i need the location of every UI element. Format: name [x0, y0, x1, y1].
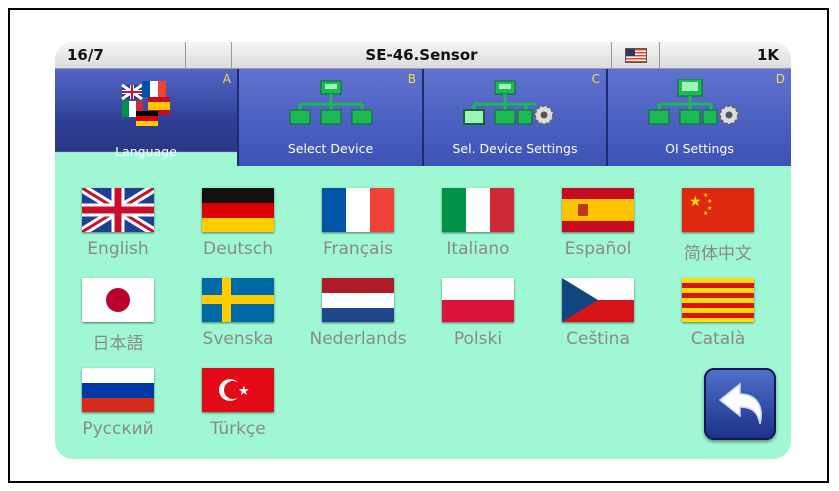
language-label: Deutsch	[203, 239, 273, 259]
language-option-nederlands[interactable]: Nederlands	[303, 278, 413, 349]
svg-text:★: ★	[703, 210, 708, 217]
spain-flag-icon	[562, 188, 634, 232]
oi-settings-icon	[648, 79, 739, 125]
svg-text:★: ★	[238, 384, 250, 399]
language-option-chinese[interactable]: ★ ★ ★ ★ ★ 简体中文	[663, 188, 773, 264]
language-label: Català	[690, 329, 746, 349]
italy-flag-icon	[442, 188, 514, 232]
language-option-svenska[interactable]: Svenska	[183, 278, 293, 349]
catalonia-flag-icon	[682, 278, 754, 322]
status-header: 16/7 SE-46.Sensor 1K	[55, 42, 791, 69]
language-option-polski[interactable]: Polski	[423, 278, 533, 349]
tab-letter: D	[775, 72, 785, 86]
language-flags-icon	[121, 81, 170, 126]
uk-flag-icon	[82, 188, 154, 232]
us-flag-icon	[624, 47, 647, 63]
language-label: Ceština	[566, 329, 630, 349]
tab-oi-settings[interactable]: D OI Settings	[608, 69, 791, 166]
back-arrow-icon	[718, 382, 762, 425]
language-label: 简体中文	[684, 244, 752, 264]
netherlands-flag-icon	[322, 278, 394, 322]
language-option-catala[interactable]: Català	[663, 278, 773, 349]
language-option-francais[interactable]: Français	[303, 188, 413, 259]
svg-text:★: ★	[689, 194, 702, 210]
russia-flag-icon	[82, 368, 154, 412]
tab-letter: C	[591, 72, 600, 86]
language-label: Türkçe	[210, 419, 266, 439]
tab-language[interactable]: A Language	[55, 69, 239, 166]
language-option-cestina[interactable]: Ceština	[543, 278, 653, 349]
tab-select-device[interactable]: B Select Device	[239, 69, 424, 166]
language-label: English	[87, 239, 149, 259]
tab-bar: A Language B Select Device C Sel. Device…	[55, 69, 791, 166]
tab-letter: B	[407, 72, 416, 86]
device-name: SE-46.Sensor	[232, 42, 612, 68]
sweden-flag-icon	[202, 278, 274, 322]
language-flag-cell	[612, 42, 660, 68]
language-label: Italiano	[446, 239, 510, 259]
language-option-italiano[interactable]: Italiano	[423, 188, 533, 259]
device-screen: 16/7 SE-46.Sensor 1K A Language B Select…	[55, 42, 791, 459]
language-label: Nederlands	[309, 329, 407, 349]
language-label: 日本語	[92, 334, 144, 354]
network-devices-icon	[289, 80, 372, 125]
language-label: Español	[564, 239, 632, 259]
language-option-deutsch[interactable]: Deutsch	[183, 188, 293, 259]
tab-letter: A	[222, 72, 231, 86]
language-option-turkce[interactable]: ★ Türkçe	[183, 368, 293, 439]
tab-device-settings[interactable]: C Sel. Device Settings	[424, 69, 608, 166]
poland-flag-icon	[442, 278, 514, 322]
language-option-japanese[interactable]: 日本語	[63, 278, 173, 354]
header-blank-cell	[186, 42, 232, 68]
baud-rate: 1K	[756, 46, 779, 64]
language-label: Français	[322, 239, 394, 259]
language-option-espanol[interactable]: Español	[543, 188, 653, 259]
czech-flag-icon	[562, 278, 634, 322]
turkey-flag-icon: ★	[202, 368, 274, 412]
language-label: Svenska	[202, 329, 274, 349]
language-option-russian[interactable]: Русский	[63, 368, 173, 439]
tab-label: OI Settings	[665, 141, 734, 156]
japan-flag-icon	[82, 278, 154, 322]
device-settings-icon	[463, 80, 554, 125]
tab-label: Select Device	[287, 141, 374, 156]
language-label: Русский	[82, 419, 154, 439]
back-button[interactable]	[704, 368, 776, 440]
date-display: 16/7	[55, 42, 186, 68]
germany-flag-icon	[202, 188, 274, 232]
tab-label: Sel. Device Settings	[452, 141, 578, 156]
language-option-english[interactable]: English	[63, 184, 173, 259]
svg-text:★: ★	[707, 198, 712, 205]
language-label: Polski	[453, 329, 503, 349]
tab-label: Language	[115, 144, 177, 159]
france-flag-icon	[322, 188, 394, 232]
china-flag-icon: ★ ★ ★ ★ ★	[682, 188, 754, 232]
